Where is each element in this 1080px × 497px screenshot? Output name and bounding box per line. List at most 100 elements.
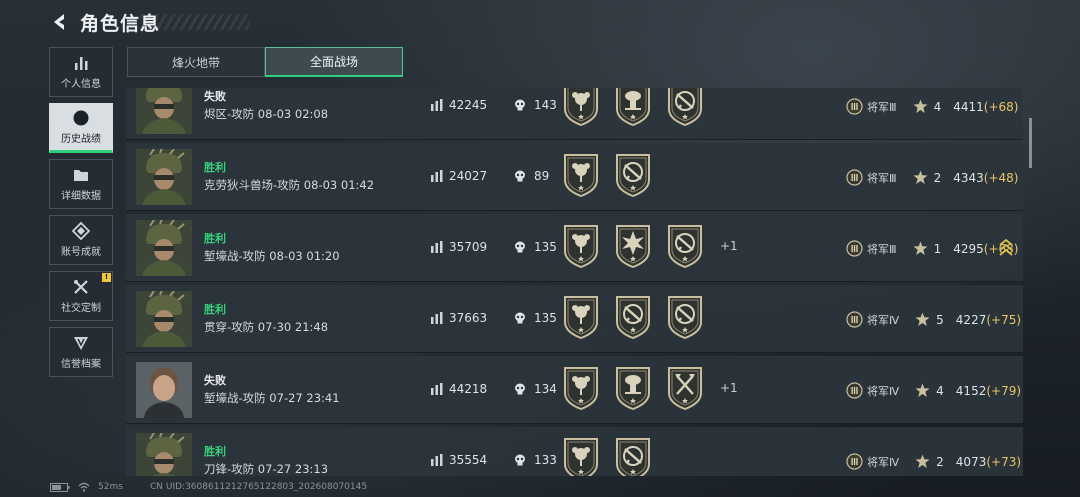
clock-icon (73, 110, 89, 126)
kills-value: 143 (534, 98, 557, 112)
star-icon (913, 170, 928, 184)
score-stat: 44218 (431, 382, 487, 396)
achievement-icon (72, 222, 90, 240)
rose-badge-icon[interactable] (562, 294, 600, 340)
points-delta: (+48) (983, 170, 1019, 185)
map-and-time: 烬区-攻防 08-03 02:08 (204, 107, 329, 121)
match-row[interactable]: 胜利 贯穿-攻防 07-30 21:48 37663 135 将军Ⅳ 5 4227(+75) (126, 285, 1023, 353)
score-value: 44218 (449, 382, 488, 396)
sidebar-item-social-custom[interactable]: 社交定制 ! (49, 271, 113, 321)
rank-info: 将军Ⅳ 5 4227(+75) (846, 311, 1021, 328)
score-stat: 42245 (431, 98, 487, 112)
skull-icon (515, 383, 525, 395)
scrollbar[interactable] (1029, 118, 1032, 168)
extra-badges-count: +1 (720, 239, 738, 253)
star-count: 4 (936, 383, 944, 398)
sidebar-item-personal-info[interactable]: 个人信息 (49, 47, 113, 97)
points-delta: (+68) (983, 99, 1019, 114)
skull-icon (515, 312, 525, 324)
folder-icon (74, 170, 88, 181)
rank-up-chevron-icon (999, 238, 1013, 256)
score-stat: 24027 (431, 169, 487, 183)
map-and-time: 贯穿-攻防 07-30 21:48 (204, 320, 329, 334)
rank-name: 将军Ⅳ (867, 313, 900, 327)
star-icon (913, 241, 928, 255)
nuke-badge-icon[interactable] (614, 88, 652, 127)
match-row[interactable]: 胜利 刀锋-攻防 07-27 23:13 35554 133 将军Ⅳ 2 4073(+73) (126, 427, 1023, 476)
battery-icon (50, 482, 70, 492)
score-bars-icon (431, 170, 443, 182)
star-icon (915, 454, 930, 468)
sidebar-item-match-history[interactable]: 历史战绩 (49, 103, 113, 153)
medal-badges (562, 294, 704, 340)
nuke-badge-icon[interactable] (614, 365, 652, 411)
skull-icon (515, 241, 525, 253)
rose-badge-icon[interactable] (562, 152, 600, 198)
back-arrow-icon[interactable] (50, 12, 70, 32)
rose-badge-icon[interactable] (562, 223, 600, 269)
rifle-badge-icon[interactable] (666, 88, 704, 127)
kills-stat: 143 (514, 98, 557, 112)
points-value: 4295 (953, 241, 984, 256)
rifle-badge-icon[interactable] (666, 294, 704, 340)
medal-badges: +1 (562, 365, 738, 411)
rose-badge-icon[interactable] (562, 365, 600, 411)
extra-badges-count: +1 (720, 381, 738, 395)
rank-points: 4343(+48) (953, 171, 1018, 185)
score-stat: 35554 (431, 453, 487, 467)
score-value: 24027 (449, 169, 488, 183)
map-and-time: 堑壕战-攻防 07-27 23:41 (204, 391, 340, 405)
skull-icon (515, 454, 525, 466)
latency-text: 52ms (98, 482, 123, 492)
sidebar-item-achievements[interactable]: 账号成就 (49, 215, 113, 265)
skull-icon (515, 170, 525, 182)
match-result: 失败 (204, 90, 226, 103)
match-row[interactable]: 失败 堑壕战-攻防 07-27 23:41 44218 134 +1 将军Ⅳ 4 4152(+… (126, 356, 1023, 424)
medal-badges (562, 88, 704, 127)
kills-stat: 134 (514, 382, 557, 396)
axe-badge-icon[interactable] (666, 365, 704, 411)
map-and-time: 刀锋-攻防 07-27 23:13 (204, 462, 329, 476)
status-bar: 52ms (50, 482, 123, 492)
rank-emblem-icon (846, 453, 863, 470)
match-row[interactable]: 胜利 堑壕战-攻防 08-03 01:20 35709 135 +1 将军Ⅲ 1 4295(+… (126, 214, 1023, 282)
wifi-icon (78, 482, 90, 492)
sidebar-item-credit-record[interactable]: 信誉档案 (49, 327, 113, 377)
tab-full-battlefield[interactable]: 全面战场 (265, 47, 403, 77)
score-stat: 37663 (431, 311, 487, 325)
player-portrait (136, 291, 192, 347)
rank-info: 将军Ⅲ 4 4411(+68) (846, 98, 1018, 115)
rank-info: 将军Ⅳ 2 4073(+73) (846, 453, 1021, 470)
rose-badge-icon[interactable] (562, 436, 600, 476)
rifle-badge-icon[interactable] (614, 152, 652, 198)
kills-value: 133 (534, 453, 557, 467)
rank-name: 将军Ⅲ (867, 171, 897, 185)
match-row[interactable]: 胜利 克劳狄斗兽场-攻防 08-03 01:42 24027 89 将军Ⅲ 2 4343(+… (126, 143, 1023, 211)
kills-value: 135 (534, 240, 557, 254)
rank-info: 将军Ⅳ 4 4152(+79) (846, 382, 1021, 399)
score-value: 37663 (449, 311, 488, 325)
sidebar-item-label: 账号成就 (61, 247, 101, 258)
star-count: 4 (933, 99, 942, 114)
match-history-list[interactable]: 失败烬区-攻防 08-03 02:08 42245 143 将军Ⅲ 4 4411(+68)… (126, 88, 1024, 476)
burst-badge-icon[interactable] (614, 223, 652, 269)
rifle-badge-icon[interactable] (614, 294, 652, 340)
score-value: 42245 (449, 98, 488, 112)
uid-text: CN UID:3608611212765122803_202608070145 (150, 482, 368, 492)
match-result: 胜利 (204, 232, 226, 245)
title-decoration (140, 14, 250, 30)
rank-name: 将军Ⅲ (867, 100, 897, 114)
rifle-badge-icon[interactable] (666, 223, 704, 269)
match-row[interactable]: 失败烬区-攻防 08-03 02:08 42245 143 将军Ⅲ 4 4411(+68) (126, 88, 1023, 140)
sidebar-item-label: 社交定制 (61, 303, 101, 314)
star-icon (915, 383, 930, 397)
avatar (136, 220, 192, 276)
sidebar-item-detailed-data[interactable]: 详细数据 (49, 159, 113, 209)
points-value: 4411 (953, 99, 984, 114)
rank-name: 将军Ⅳ (867, 455, 900, 469)
match-result: 胜利 (204, 161, 226, 174)
rifle-badge-icon[interactable] (614, 436, 652, 476)
tab-extraction-zone[interactable]: 烽火地带 (127, 47, 265, 77)
mode-tabs: 烽火地带 全面战场 (127, 47, 403, 77)
rose-badge-icon[interactable] (562, 88, 600, 127)
